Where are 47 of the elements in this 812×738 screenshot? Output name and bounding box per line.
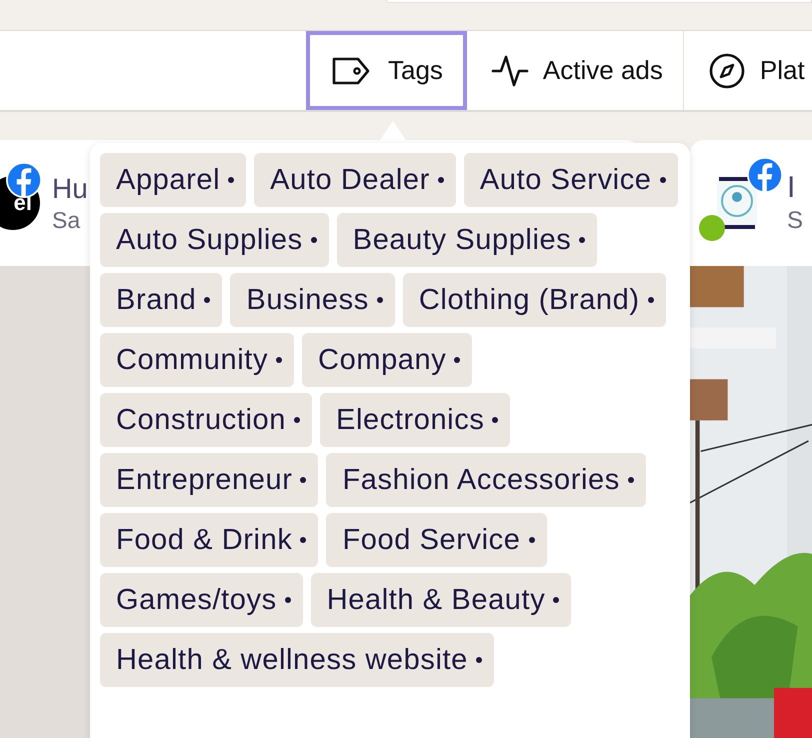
dot-icon	[300, 537, 306, 543]
facebook-icon	[6, 162, 42, 198]
dot-icon	[579, 237, 586, 243]
dot-icon	[276, 357, 282, 363]
tag-chip[interactable]: Fashion Accessories	[326, 453, 646, 507]
page-subtitle: Sa	[52, 206, 82, 234]
dot-icon	[284, 597, 291, 603]
page-name: Hu	[52, 172, 88, 204]
dot-icon	[648, 297, 654, 303]
dot-icon	[294, 417, 300, 423]
pulse-icon	[490, 54, 529, 88]
page-name: I	[787, 171, 796, 205]
tag-chip[interactable]: Brand	[100, 273, 222, 327]
dot-icon	[476, 657, 482, 663]
tag-chip[interactable]: Games/toys	[100, 573, 303, 627]
tag-chip[interactable]: Business	[230, 273, 395, 327]
tag-chip[interactable]: Health & wellness website	[100, 633, 494, 687]
dot-icon	[204, 297, 210, 303]
tag-chip[interactable]: Food & Drink	[100, 513, 318, 567]
tag-chip[interactable]: Food Service	[326, 513, 546, 567]
tag-chip[interactable]: Health & Beauty	[310, 573, 572, 627]
tag-chip[interactable]: Company	[302, 333, 472, 387]
dot-icon	[228, 177, 234, 183]
tag-chip[interactable]: Electronics	[320, 393, 510, 447]
dot-icon	[300, 477, 306, 483]
tab[interactable]: Tags	[306, 31, 467, 110]
dot-icon	[454, 357, 460, 363]
dot-icon	[492, 417, 498, 423]
compass-icon	[708, 52, 746, 90]
tag-chip[interactable]: Auto Supplies	[100, 213, 329, 267]
dot-icon	[528, 537, 534, 543]
tag-chip[interactable]: Beauty Supplies	[336, 213, 598, 267]
page-subtitle: S	[787, 207, 804, 235]
dot-icon	[438, 177, 444, 183]
dot-icon	[553, 597, 560, 603]
facebook-icon	[747, 157, 783, 193]
tag-chip[interactable]: Community	[100, 333, 294, 387]
dot-icon	[310, 237, 317, 243]
dot-icon	[628, 477, 634, 483]
dot-icon	[376, 297, 383, 303]
tag-chip[interactable]: Construction	[100, 393, 312, 447]
tag-chip[interactable]: Apparel	[100, 153, 246, 207]
tag-chip[interactable]: Entrepreneur	[100, 453, 318, 507]
dot-icon	[660, 177, 666, 183]
tag-chip[interactable]: Auto Dealer	[254, 153, 456, 207]
tag-chip[interactable]: Clothing (Brand)	[402, 273, 666, 327]
tag-chip[interactable]: Auto Service	[464, 153, 678, 207]
